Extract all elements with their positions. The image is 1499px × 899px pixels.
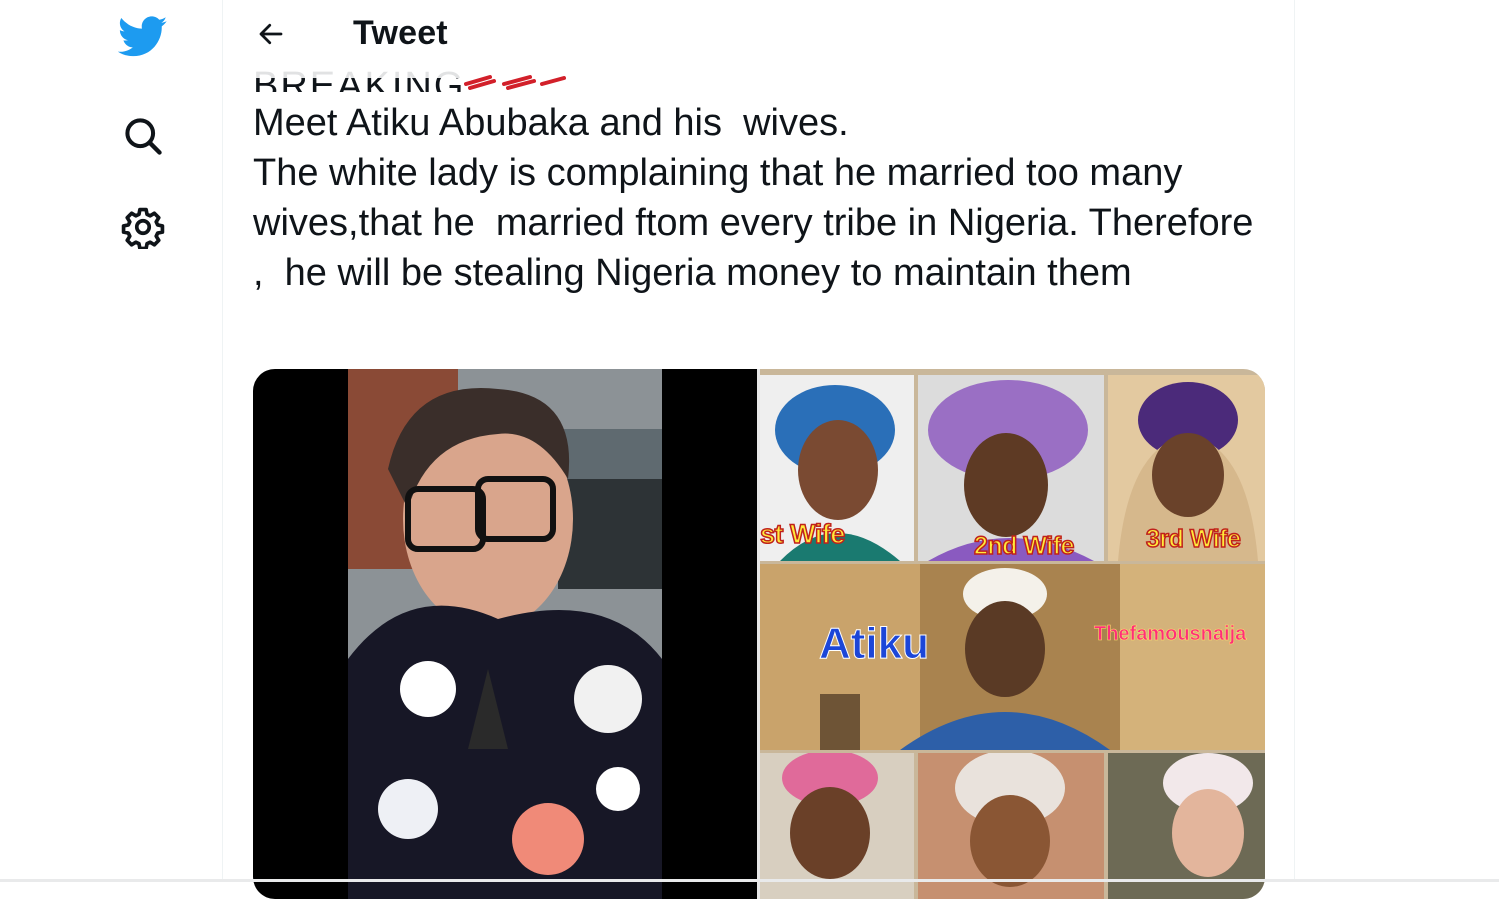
column-divider-left xyxy=(222,0,223,882)
page-title: Tweet xyxy=(353,14,448,52)
label-second-wife: 2nd Wife xyxy=(973,531,1075,561)
page-header: Tweet xyxy=(223,0,1294,78)
label-first-wife: st Wife xyxy=(760,518,846,550)
photo-fourth-wife xyxy=(760,753,914,899)
twitter-logo-icon[interactable] xyxy=(118,12,168,62)
label-atiku: Atiku xyxy=(819,619,930,669)
tweet-media[interactable]: st Wife 2nd Wife 3rd Wife Atiku Thefamou… xyxy=(253,369,1265,899)
video-thumbnail[interactable] xyxy=(253,369,757,899)
column-divider-right xyxy=(1294,0,1295,882)
photo-fifth-wife xyxy=(918,753,1104,899)
label-brand-watermark: Thefamousnaija xyxy=(1094,623,1247,646)
photo-sixth-wife xyxy=(1108,753,1265,899)
label-third-wife: 3rd Wife xyxy=(1145,524,1241,554)
collage-image[interactable]: st Wife 2nd Wife 3rd Wife Atiku Thefamou… xyxy=(760,369,1265,899)
red-emoji-icon xyxy=(464,75,566,90)
search-icon[interactable] xyxy=(118,111,168,161)
gear-icon[interactable] xyxy=(118,202,168,252)
tweet-text: Meet Atiku Abubaka and his wives. The wh… xyxy=(253,102,1254,294)
back-arrow-icon xyxy=(259,23,283,45)
sidebar-nav xyxy=(0,0,222,882)
video-frame xyxy=(348,369,662,899)
back-button[interactable] xyxy=(249,12,293,56)
